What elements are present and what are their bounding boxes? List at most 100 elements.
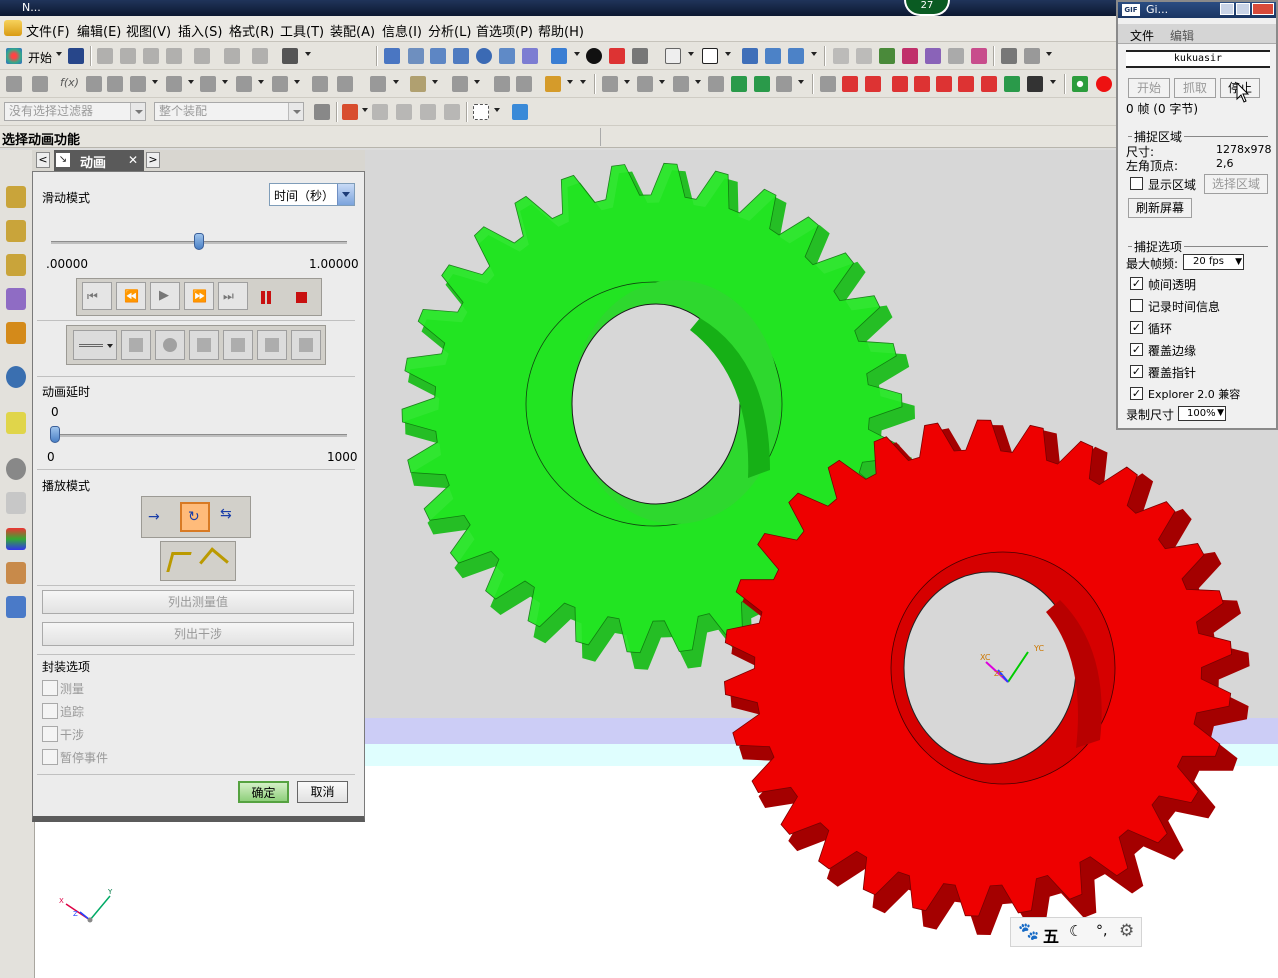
chevron-down-icon[interactable] xyxy=(337,184,354,205)
select-all-icon[interactable] xyxy=(342,104,358,120)
bridge-icon[interactable] xyxy=(337,76,353,92)
step-forward-button[interactable]: ⏩ xyxy=(184,282,214,310)
pan-icon[interactable] xyxy=(499,48,515,64)
pin-icon[interactable]: ↘ xyxy=(56,153,70,167)
ruler-button[interactable] xyxy=(189,330,219,360)
measure-checkbox[interactable] xyxy=(42,680,58,696)
menu-help[interactable]: 帮助(H) xyxy=(538,21,584,40)
undo-icon[interactable] xyxy=(194,48,210,64)
zoom-window-icon[interactable] xyxy=(408,48,424,64)
line-icon[interactable] xyxy=(86,76,102,92)
capture-menu-edit[interactable]: 编辑 xyxy=(1170,27,1194,44)
feature-icon[interactable] xyxy=(32,76,48,92)
snap-icon-2[interactable] xyxy=(856,48,872,64)
menu-analysis[interactable]: 分析(L) xyxy=(428,21,471,40)
assembly-navigator-icon[interactable] xyxy=(6,186,26,208)
fast-forward-icon[interactable] xyxy=(936,76,952,92)
frame-transparency-checkbox[interactable]: ✓ xyxy=(1130,277,1143,290)
refresh-screen-button[interactable]: 刷新屏幕 xyxy=(1128,198,1192,218)
offset-icon[interactable] xyxy=(272,76,288,92)
measure-dropdown-button[interactable] xyxy=(73,330,117,360)
history-icon[interactable] xyxy=(6,458,26,480)
select-face-icon[interactable] xyxy=(396,104,412,120)
list-measurements-button[interactable]: 列出测量值 xyxy=(42,590,354,614)
show-region-checkbox[interactable] xyxy=(1130,177,1143,190)
interference-button[interactable] xyxy=(155,330,185,360)
step-back-button[interactable]: ⏪ xyxy=(116,282,146,310)
type-filter-select[interactable]: 没有选择过滤器 xyxy=(4,102,146,121)
start-icon[interactable] xyxy=(6,48,22,64)
cover-pointer-checkbox[interactable]: ✓ xyxy=(1130,365,1143,378)
export-movie-button[interactable] xyxy=(291,330,321,360)
palette-icon[interactable] xyxy=(6,528,26,550)
record-red-icon[interactable] xyxy=(1096,76,1112,92)
step-forward-icon[interactable] xyxy=(914,76,930,92)
web-browser-icon[interactable] xyxy=(6,412,26,434)
stop-icon[interactable] xyxy=(296,292,307,303)
perspective-icon[interactable] xyxy=(522,48,538,64)
arrow-left-icon[interactable] xyxy=(731,76,747,92)
play-once-icon[interactable]: → xyxy=(148,509,160,525)
roles-icon[interactable] xyxy=(6,562,26,584)
fit-icon[interactable] xyxy=(384,48,400,64)
play-icon[interactable] xyxy=(892,76,908,92)
datum-icon[interactable] xyxy=(236,76,252,92)
mesh-icon[interactable] xyxy=(602,76,618,92)
path-icon-2[interactable] xyxy=(199,547,229,577)
pause-icon[interactable] xyxy=(261,291,265,304)
ok-button[interactable]: 确定 xyxy=(238,781,289,803)
path-icon-1[interactable] xyxy=(166,552,192,572)
part-navigator-icon[interactable] xyxy=(6,254,26,276)
pause-icon[interactable] xyxy=(958,76,974,92)
system-materials-icon[interactable] xyxy=(6,492,26,514)
hd3d-icon[interactable] xyxy=(6,322,26,344)
rec-size-select[interactable]: 100% ▼ xyxy=(1178,406,1226,421)
constraint-icon[interactable] xyxy=(788,48,804,64)
loop-checkbox[interactable]: ✓ xyxy=(1130,321,1143,334)
arrow-right-icon[interactable] xyxy=(754,76,770,92)
snap-icon-7[interactable] xyxy=(971,48,987,64)
envelope-button[interactable] xyxy=(257,330,287,360)
copy-icon[interactable] xyxy=(120,48,136,64)
scenes-icon[interactable] xyxy=(6,596,26,618)
last-frame-button[interactable]: ⏭ xyxy=(218,282,248,310)
circle-icon[interactable] xyxy=(130,76,146,92)
paste-icon[interactable] xyxy=(143,48,159,64)
measure-icon[interactable] xyxy=(1001,48,1017,64)
snap-icon-6[interactable] xyxy=(948,48,964,64)
paste-special-icon[interactable] xyxy=(252,48,268,64)
tab-next-button[interactable]: > xyxy=(146,152,160,168)
arc-icon[interactable] xyxy=(107,76,123,92)
menu-tools[interactable]: 工具(T) xyxy=(280,21,324,40)
snap-icon-4[interactable] xyxy=(902,48,918,64)
start-button[interactable]: 开始 xyxy=(28,49,52,66)
shading-icon[interactable] xyxy=(586,48,602,64)
menu-format[interactable]: 格式(R) xyxy=(229,21,274,40)
analysis-icon[interactable] xyxy=(545,76,561,92)
ime-mode-label[interactable]: 五 xyxy=(1043,923,1059,947)
capture-start-button[interactable]: 开始 xyxy=(1128,78,1170,98)
curve-icon[interactable] xyxy=(312,76,328,92)
menu-insert[interactable]: 插入(S) xyxy=(178,21,222,40)
cover-edges-checkbox[interactable]: ✓ xyxy=(1130,343,1143,356)
trace-checkbox[interactable] xyxy=(42,703,58,719)
deselect-icon[interactable] xyxy=(372,104,388,120)
view-orient-icon[interactable] xyxy=(609,48,625,64)
menu-info[interactable]: 信息(I) xyxy=(382,21,422,40)
list-interference-button[interactable]: 列出干涉 xyxy=(42,622,354,646)
element-icon[interactable] xyxy=(673,76,689,92)
interference-checkbox[interactable] xyxy=(42,726,58,742)
expression-icon[interactable]: f(x) xyxy=(60,76,79,89)
repeat-icon[interactable] xyxy=(224,48,240,64)
assembly-nav-icon[interactable] xyxy=(742,48,758,64)
zoom-fit-icon[interactable] xyxy=(430,48,446,64)
pause-event-checkbox[interactable] xyxy=(42,749,58,765)
extrude-icon[interactable] xyxy=(370,76,386,92)
rotate-icon[interactable] xyxy=(476,48,492,64)
menu-edit[interactable]: 编辑(E) xyxy=(77,21,121,40)
point-icon[interactable] xyxy=(200,76,216,92)
loop-button[interactable]: ↻ xyxy=(180,502,210,532)
select-region-button[interactable]: 选择区域 xyxy=(1204,174,1268,194)
motion-icon[interactable] xyxy=(820,76,836,92)
sketch-icon[interactable] xyxy=(6,76,22,92)
